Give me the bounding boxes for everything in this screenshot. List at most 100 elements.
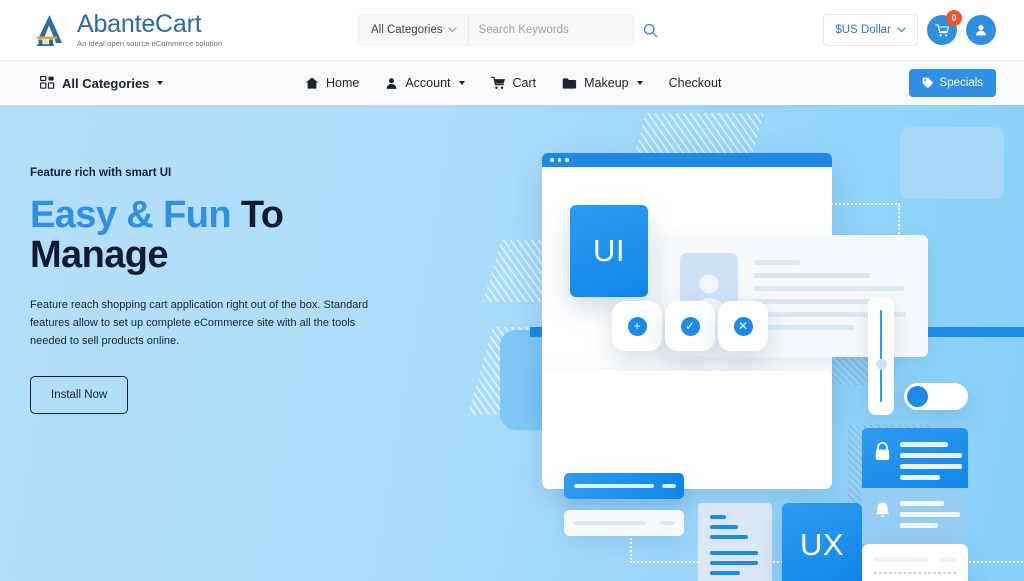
- header-tools: $US Dollar 0: [823, 10, 996, 46]
- caret-down-icon: [636, 81, 643, 85]
- close-badge: ✕: [718, 301, 768, 351]
- brand-tagline: An ideal open source eCommerce solution: [77, 39, 223, 49]
- check-badge: ✓: [665, 301, 715, 351]
- account-button[interactable]: [966, 15, 996, 45]
- panel-line: [754, 325, 854, 330]
- search-category-label: All Categories: [371, 24, 443, 36]
- list-line: [940, 557, 956, 562]
- nav-items: Home Account Cart Makeup Checkout: [305, 76, 721, 90]
- doc-line: [710, 551, 758, 555]
- site-header: AbanteCart An ideal open source eCommerc…: [0, 0, 1024, 60]
- nav-all-categories-label: All Categories: [62, 75, 150, 91]
- cart-count-badge: 0: [946, 10, 962, 26]
- check-icon: ✓: [680, 316, 700, 336]
- hero-eyebrow: Feature rich with smart UI: [30, 167, 172, 179]
- hero-title-accent: Easy & Fun: [30, 194, 232, 236]
- list-line: [874, 557, 928, 562]
- search-icon: [643, 23, 657, 37]
- browser-titlebar: [542, 153, 832, 167]
- form-card: [542, 371, 832, 489]
- currency-label: $US Dollar: [835, 24, 891, 36]
- doc-line: [710, 535, 748, 539]
- button-line: [662, 484, 676, 488]
- window-dot: [565, 158, 569, 162]
- chevron-down-icon: [448, 27, 457, 33]
- field-line: [660, 521, 674, 525]
- nav-item-label: Makeup: [584, 76, 629, 90]
- doc-line: [710, 525, 738, 529]
- document-card: [698, 503, 772, 581]
- caret-down-icon: [458, 81, 465, 85]
- ux-card-label: UX: [799, 527, 845, 562]
- search-category-dropdown[interactable]: All Categories: [359, 15, 469, 45]
- lock-icon: [875, 442, 890, 460]
- ui-card-label: UI: [593, 233, 625, 268]
- caret-down-icon: [157, 81, 164, 85]
- abantecart-logo-icon: [32, 12, 70, 48]
- nav-item-home[interactable]: Home: [305, 76, 359, 90]
- specials-label: Specials: [939, 77, 983, 89]
- vertical-slider: [868, 297, 894, 415]
- ux-card: UX: [782, 503, 862, 581]
- list-card: [862, 544, 968, 581]
- plus-icon: +: [627, 316, 647, 336]
- decor-square-top-right: [900, 127, 1004, 199]
- folder-icon: [562, 77, 577, 89]
- card-line: [900, 512, 960, 517]
- hero-illustration: UI + ✓ ✕ UX: [467, 105, 1024, 581]
- card-line: [900, 501, 944, 506]
- bell-icon: [875, 502, 890, 517]
- search-button[interactable]: [643, 15, 658, 45]
- nav-item-label: Account: [405, 76, 451, 90]
- button-line: [574, 484, 654, 488]
- specials-button[interactable]: Specials: [908, 69, 996, 97]
- search-input[interactable]: [468, 24, 643, 36]
- user-icon: [976, 24, 986, 36]
- hero-description: Feature reach shopping cart application …: [30, 299, 369, 347]
- doc-line: [710, 515, 726, 519]
- list-divider: [874, 572, 956, 574]
- hero-banner: Feature rich with smart UI Easy & Fun To…: [0, 105, 1024, 581]
- grid-icon: [40, 75, 55, 89]
- nav-item-label: Home: [326, 76, 360, 90]
- nav-all-categories[interactable]: All Categories: [40, 75, 164, 91]
- panel-line: [754, 260, 800, 265]
- close-icon: ✕: [733, 316, 753, 336]
- field-line: [574, 521, 646, 525]
- user-icon: [386, 77, 397, 89]
- shopping-cart-icon: [934, 23, 949, 36]
- main-navigation: All Categories Home Account Cart Makeup …: [0, 60, 1024, 105]
- hero-content: Feature rich with smart UI Easy & Fun To…: [30, 167, 410, 415]
- nav-item-label: Cart: [512, 76, 537, 90]
- tag-icon: [922, 77, 933, 89]
- shopping-cart-icon: [490, 76, 505, 89]
- brand-logo-link[interactable]: AbanteCart An ideal open source eCommerc…: [32, 12, 222, 48]
- doc-line: [710, 571, 740, 575]
- card-line: [900, 442, 948, 447]
- brand-name: AbanteCart: [77, 10, 202, 39]
- currency-dropdown[interactable]: $US Dollar: [823, 14, 918, 46]
- panel-line: [754, 286, 904, 291]
- cart-button[interactable]: 0: [927, 10, 962, 45]
- card-line: [900, 453, 962, 458]
- install-now-button[interactable]: Install Now: [30, 376, 129, 415]
- card-line: [900, 475, 940, 480]
- add-badge: +: [612, 301, 662, 351]
- nav-item-account[interactable]: Account: [385, 76, 465, 90]
- doc-line: [710, 561, 758, 565]
- window-dot: [550, 158, 554, 162]
- toggle-knob: [907, 386, 928, 407]
- hero-title: Easy & Fun To Manage: [30, 194, 410, 275]
- chevron-down-icon: [897, 27, 906, 33]
- ui-card: UI: [570, 205, 648, 297]
- nav-item-makeup[interactable]: Makeup: [562, 76, 643, 90]
- nav-item-label: Checkout: [668, 76, 722, 90]
- search-bar: All Categories: [358, 14, 657, 46]
- nav-item-checkout[interactable]: Checkout: [669, 76, 722, 90]
- panel-line: [754, 273, 870, 278]
- card-line: [900, 464, 962, 469]
- toggle-switch: [904, 383, 968, 410]
- window-dot: [557, 158, 562, 162]
- nav-item-cart[interactable]: Cart: [490, 76, 537, 90]
- home-icon: [305, 77, 319, 89]
